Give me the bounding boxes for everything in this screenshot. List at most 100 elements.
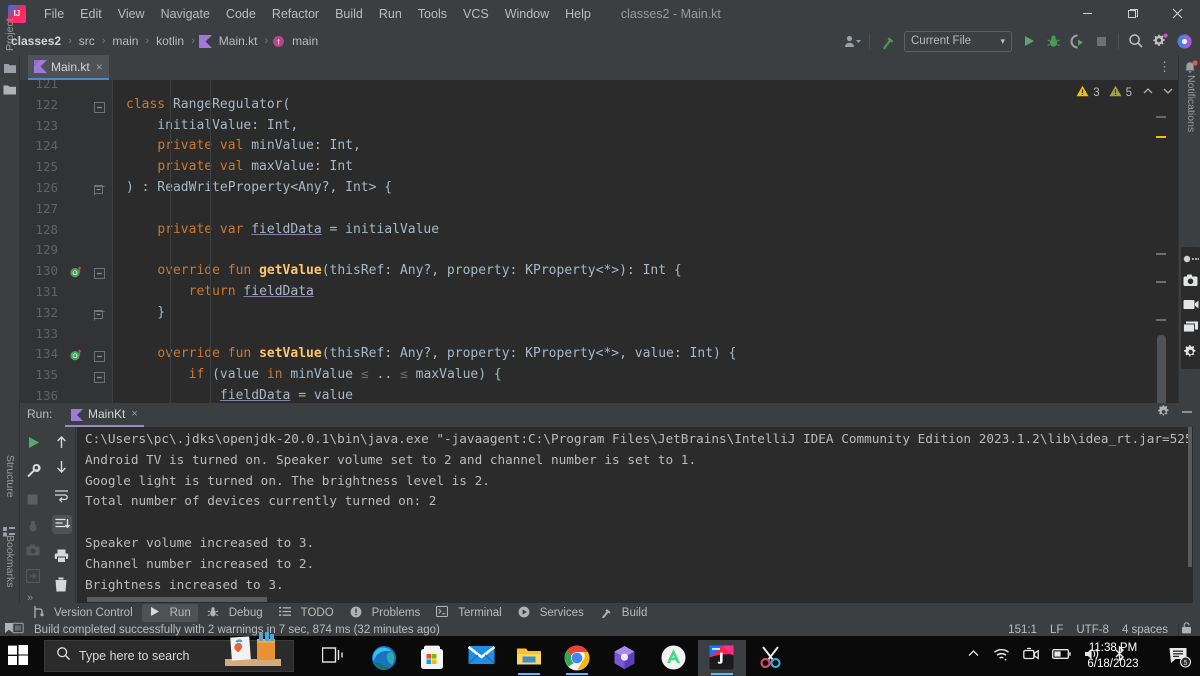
bottom-tab-debug[interactable]: Debug bbox=[200, 604, 270, 622]
menu-file[interactable]: File bbox=[36, 4, 72, 24]
scroll-down-icon[interactable] bbox=[54, 459, 70, 475]
close-icon[interactable]: × bbox=[131, 408, 137, 420]
menu-code[interactable]: Code bbox=[218, 4, 264, 24]
build-hammer-icon[interactable] bbox=[875, 29, 899, 53]
console-scroll-thumb[interactable] bbox=[1188, 427, 1192, 567]
breadcrumb-main[interactable]: main bbox=[109, 33, 141, 49]
fold-collapse-icon[interactable] bbox=[94, 100, 105, 113]
breadcrumb-kotlin[interactable]: kotlin bbox=[153, 33, 187, 49]
export-icon[interactable] bbox=[25, 568, 42, 585]
taskbar-app-google-chrome[interactable] bbox=[553, 640, 601, 676]
bottom-tab-problems[interactable]: Problems bbox=[343, 604, 428, 622]
console-scroll-thumb-horizontal[interactable] bbox=[87, 597, 267, 602]
fold-collapse-icon[interactable] bbox=[94, 349, 105, 363]
menu-vcs[interactable]: VCS bbox=[455, 4, 497, 24]
inspection-widget[interactable]: 3 5 bbox=[1076, 84, 1174, 102]
run-button[interactable] bbox=[1017, 29, 1041, 53]
sidebar-item-notifications[interactable]: Notifications bbox=[1182, 75, 1200, 165]
soft-wrap-icon[interactable] bbox=[54, 489, 70, 505]
taskbar-app-snipping-tool[interactable] bbox=[747, 640, 795, 676]
bottom-tab-todo[interactable]: TODO bbox=[272, 604, 341, 622]
print-icon[interactable] bbox=[54, 549, 70, 565]
bottom-tab-run[interactable]: Run bbox=[141, 604, 198, 622]
stop-icon[interactable] bbox=[26, 493, 42, 509]
ai-sparkle-icon[interactable] bbox=[1183, 252, 1200, 266]
breadcrumb-main-kt[interactable]: Main.kt bbox=[216, 33, 261, 49]
fold-expand-icon[interactable] bbox=[94, 183, 105, 196]
code-line[interactable]: fieldData = value bbox=[126, 386, 353, 403]
sidebar-item-project[interactable]: Project bbox=[0, 0, 20, 51]
menu-view[interactable]: View bbox=[110, 4, 153, 24]
menu-navigate[interactable]: Navigate bbox=[153, 4, 218, 24]
battery-icon[interactable] bbox=[1052, 647, 1071, 665]
taskbar-search-box[interactable]: Type here to search bbox=[44, 632, 294, 672]
close-button[interactable] bbox=[1155, 0, 1200, 27]
code-line[interactable]: ) : ReadWriteProperty<Any?, Int> { bbox=[126, 178, 392, 199]
taskbar-app-file-explorer[interactable] bbox=[505, 640, 553, 676]
override-method-icon[interactable]: O bbox=[70, 265, 82, 278]
menu-tools[interactable]: Tools bbox=[410, 4, 455, 24]
fold-collapse-icon[interactable] bbox=[94, 370, 105, 384]
camera-icon[interactable] bbox=[26, 544, 42, 560]
rerun-icon[interactable] bbox=[26, 435, 42, 451]
run-configuration-selector[interactable]: Current File ▾ bbox=[904, 30, 1012, 52]
code-line[interactable]: return fieldData bbox=[126, 282, 314, 303]
settings-gear-icon[interactable] bbox=[1148, 29, 1172, 53]
console-scrollbar-vertical[interactable] bbox=[1187, 427, 1193, 603]
code-editor[interactable]: class RangeRegulator( initialValue: Int,… bbox=[20, 80, 1178, 403]
chevron-down-icon[interactable] bbox=[1162, 84, 1174, 102]
code-line[interactable]: private val maxValue: Int bbox=[126, 157, 353, 178]
menu-window[interactable]: Window bbox=[497, 4, 557, 24]
windows-icon[interactable] bbox=[1183, 320, 1198, 334]
settings-gear-icon[interactable] bbox=[1183, 344, 1197, 358]
fold-collapse-icon[interactable] bbox=[94, 266, 105, 280]
bottom-tab-terminal[interactable]: Terminal bbox=[429, 604, 508, 622]
taskbar-app-intellij-idea[interactable] bbox=[698, 640, 746, 676]
caret-position[interactable]: 151:1 bbox=[1008, 624, 1037, 636]
file-encoding[interactable]: UTF-8 bbox=[1076, 624, 1109, 636]
taskbar-app-microsoft-store[interactable] bbox=[409, 640, 457, 676]
run-console-output[interactable]: C:\Users\pc\.jdks\openjdk-20.0.1\bin\jav… bbox=[77, 427, 1193, 603]
taskbar-app-mail[interactable] bbox=[457, 640, 505, 676]
line-separator[interactable]: LF bbox=[1050, 624, 1063, 636]
chevron-up-icon[interactable] bbox=[1142, 84, 1154, 102]
code-line[interactable]: initialValue: Int, bbox=[126, 116, 298, 137]
maximize-button[interactable] bbox=[1110, 0, 1155, 27]
account-icon[interactable] bbox=[840, 29, 864, 53]
code-line[interactable]: private var fieldData = initialValue bbox=[126, 220, 439, 241]
fold-expand-icon[interactable] bbox=[94, 308, 105, 321]
scroll-to-end-icon[interactable] bbox=[52, 515, 72, 534]
menu-run[interactable]: Run bbox=[371, 4, 410, 24]
menu-refactor[interactable]: Refactor bbox=[264, 4, 327, 24]
task-view-icon[interactable] bbox=[321, 646, 344, 666]
code-line[interactable]: class RangeRegulator( bbox=[126, 95, 290, 116]
bottom-tab-services[interactable]: Services bbox=[511, 604, 591, 622]
close-icon[interactable]: × bbox=[96, 60, 103, 74]
code-line[interactable]: if (value in minValue ≤ .. ≤ maxValue) { bbox=[126, 365, 502, 386]
clear-all-trash-icon[interactable] bbox=[54, 577, 70, 593]
video-icon[interactable] bbox=[1183, 297, 1199, 311]
taskbar-app-microsoft-edge[interactable] bbox=[360, 640, 408, 676]
debug-button[interactable] bbox=[1041, 29, 1065, 53]
run-with-coverage-button[interactable] bbox=[1065, 29, 1089, 53]
code-line[interactable]: private val minValue: Int, bbox=[126, 136, 361, 157]
search-everywhere-icon[interactable] bbox=[1124, 29, 1148, 53]
editor-scrollbar[interactable] bbox=[1154, 105, 1166, 403]
sidebar-item-structure[interactable]: Structure bbox=[0, 455, 20, 525]
editor-tab-main-kt[interactable]: Main.kt × bbox=[28, 55, 109, 80]
hide-minimize-icon[interactable] bbox=[1180, 405, 1194, 424]
override-method-icon[interactable]: O bbox=[70, 348, 82, 361]
notifications-bell-icon[interactable] bbox=[1183, 60, 1198, 74]
taskbar-app-microsoft-365[interactable] bbox=[601, 640, 649, 676]
editor-scroll-thumb[interactable] bbox=[1157, 335, 1166, 403]
vertical-dots-icon[interactable]: ⋮ bbox=[1158, 59, 1172, 75]
settings-gear-icon[interactable] bbox=[1157, 405, 1171, 424]
ai-assistant-icon[interactable] bbox=[1172, 29, 1196, 53]
taskbar-app-android-studio[interactable] bbox=[650, 640, 698, 676]
notification-center-icon[interactable]: 5 bbox=[1168, 646, 1192, 668]
menu-help[interactable]: Help bbox=[557, 4, 599, 24]
breadcrumb-main-function[interactable]: main bbox=[289, 33, 321, 49]
code-content[interactable]: class RangeRegulator( initialValue: Int,… bbox=[112, 80, 1178, 403]
scroll-up-icon[interactable] bbox=[54, 435, 70, 451]
wifi-icon[interactable] bbox=[993, 647, 1010, 666]
